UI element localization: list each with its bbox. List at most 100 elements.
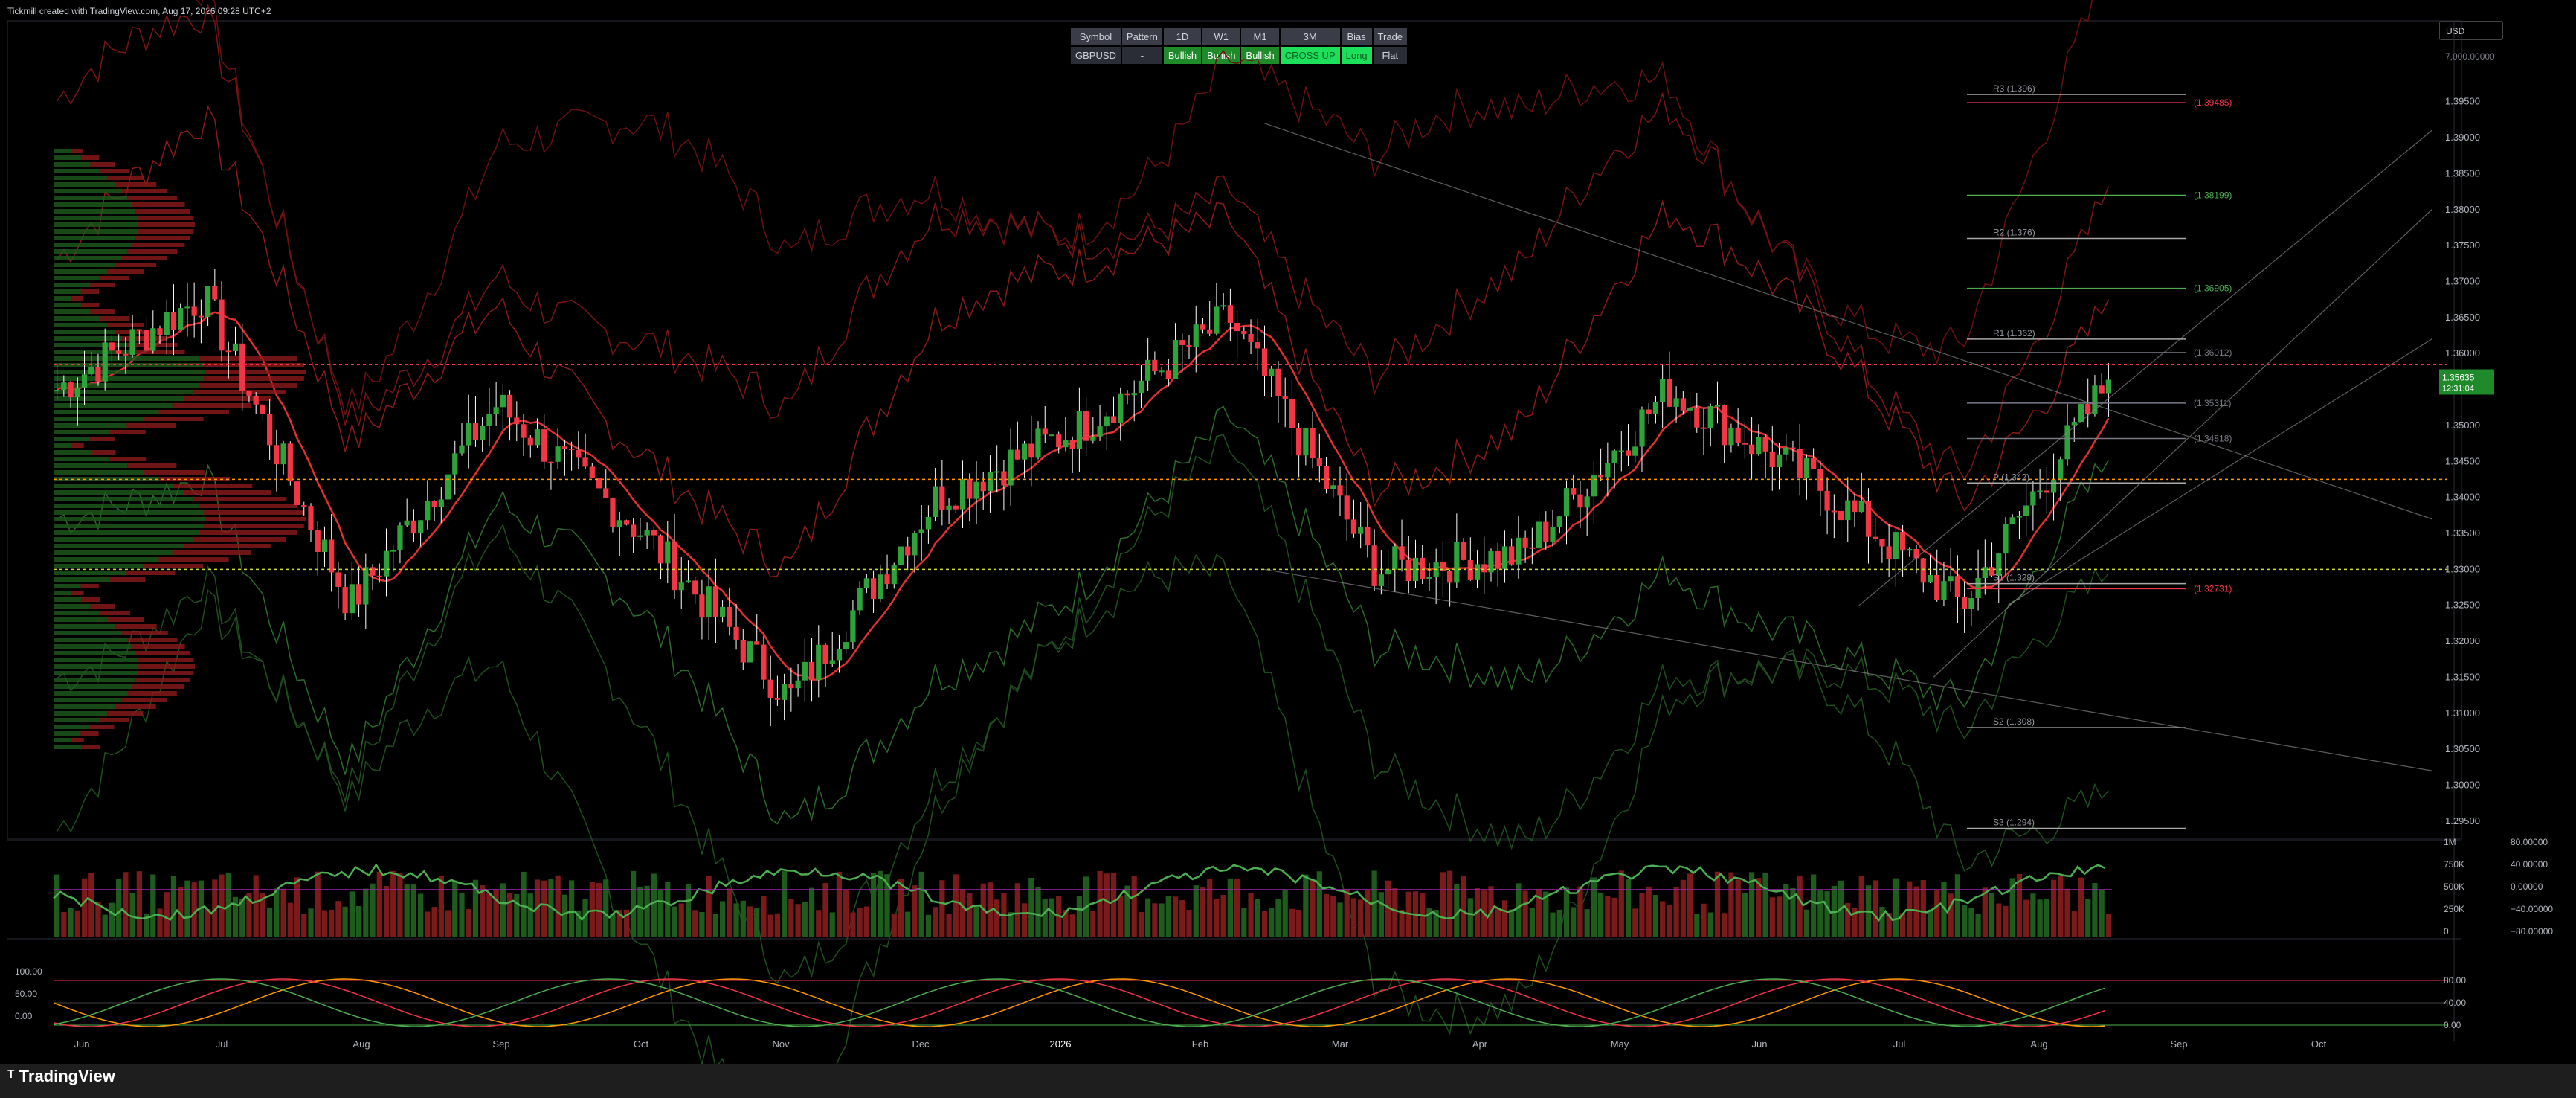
volume-profile-bar [54, 176, 108, 180]
candle-body [1687, 408, 1693, 411]
volume-bar [1495, 908, 1501, 937]
candle-body [829, 660, 835, 664]
volume-profile-bar [143, 564, 204, 568]
volume-profile-bar [107, 617, 144, 622]
volume-bar [1110, 873, 1117, 937]
volume-bar [1358, 899, 1364, 937]
volume-bar [521, 871, 527, 937]
volume-bar [761, 896, 767, 937]
candle-body [933, 486, 938, 517]
volume-bar [1042, 899, 1048, 937]
volume-bar [672, 906, 677, 937]
price-tick-label: 1.33500 [2445, 527, 2480, 539]
price-pane-border [7, 20, 2462, 840]
candle-body [383, 550, 390, 577]
time-axis-label: Feb [1192, 1038, 1208, 1050]
volume-bar [1817, 890, 1823, 937]
volume-bar [891, 914, 897, 937]
stoch-right-label: 0.00 [2444, 1020, 2461, 1030]
candle-body [1673, 398, 1679, 407]
volume-profile-bar [138, 229, 194, 234]
candle-body [1865, 501, 1872, 537]
candle-body [1605, 463, 1611, 478]
volume-bar [61, 911, 67, 937]
target-label: (1.39485) [2194, 97, 2232, 108]
volume-profile-bar [121, 256, 168, 260]
candle-body [1145, 359, 1151, 381]
volume-bar [1069, 914, 1075, 937]
volume-bar [836, 871, 843, 937]
volume-axis-label: 0 [2444, 926, 2449, 937]
volume-bar [438, 876, 444, 937]
volume-profile-bar [193, 390, 286, 394]
candle-body [1858, 501, 1864, 513]
candle-body [712, 586, 718, 617]
time-axis-label: May [1611, 1038, 1629, 1050]
volume-profile-bar [54, 604, 91, 609]
pivot-label: R3 (1.396) [1993, 83, 2035, 94]
candle-body [355, 584, 362, 605]
volume-bar [1948, 893, 1954, 937]
volume-profile-bar [54, 611, 100, 615]
volume-bar [1255, 899, 1260, 937]
volume-bar [1097, 870, 1103, 937]
volume-bar [1598, 893, 1604, 937]
candle-body [74, 387, 80, 398]
candle-body [61, 382, 67, 391]
volume-profile-bar [54, 376, 205, 381]
volume-bar [123, 872, 129, 937]
volume-profile-bar [107, 711, 144, 716]
volume-bar [1509, 909, 1515, 937]
candle-body [1350, 519, 1357, 534]
volume-axis-label: 500K [2444, 882, 2464, 892]
volume-bar [1639, 893, 1645, 937]
candle-body [610, 498, 616, 527]
volume-profile-bar [54, 149, 71, 153]
candle-body [1310, 428, 1316, 459]
volume-bar [1667, 905, 1672, 937]
candle-body [1097, 426, 1103, 437]
volume-bar [555, 875, 561, 937]
volume-bar [754, 908, 760, 937]
volume-bar [425, 911, 431, 937]
trend-channel-line [1858, 129, 2432, 606]
candle-body [1556, 516, 1562, 527]
candle-body [1982, 567, 1988, 578]
trend-channel-line [1263, 123, 2432, 520]
volume-bar [2078, 877, 2084, 937]
volume-bar [685, 884, 692, 937]
volume-bar [1350, 898, 1357, 937]
candle-body [1110, 416, 1117, 423]
osc-axis-label: 0.00000 [2511, 882, 2543, 892]
volume-bar [1330, 896, 1336, 937]
price-chart-svg: 7,000.00000 1.39500 1.39000 1.38500 1.38000 1… [7, 0, 2553, 1064]
volume-bar [1296, 910, 1302, 937]
volume-bar [95, 902, 101, 937]
volume-bar [959, 889, 966, 937]
volume-bar [1440, 872, 1446, 937]
price-tick-label: 1.36500 [2445, 312, 2480, 323]
candle-body [170, 312, 177, 330]
volume-bar [1344, 889, 1350, 937]
volume-profile-bar [204, 524, 304, 528]
candle-body [912, 533, 918, 556]
price-tick-label: 1.29500 [2445, 815, 2480, 826]
candle-body [1220, 305, 1226, 307]
volume-bar [514, 893, 520, 937]
candle-body [1756, 437, 1762, 455]
volume-bar [850, 912, 856, 937]
candle-body [1296, 428, 1302, 456]
volume-bar [678, 903, 684, 937]
candle-body [1186, 345, 1192, 347]
volume-profile-bar [54, 457, 110, 461]
volume-bar [1076, 896, 1082, 937]
volume-bar [157, 908, 163, 937]
volume-bar [342, 906, 348, 937]
candle-body [959, 478, 966, 510]
volume-profile-bar [127, 691, 177, 696]
volume-profile-bar [54, 269, 108, 274]
volume-bar [912, 885, 918, 937]
candle-body [2071, 422, 2077, 426]
volume-profile-bar [54, 243, 132, 247]
volume-bar [397, 873, 403, 937]
